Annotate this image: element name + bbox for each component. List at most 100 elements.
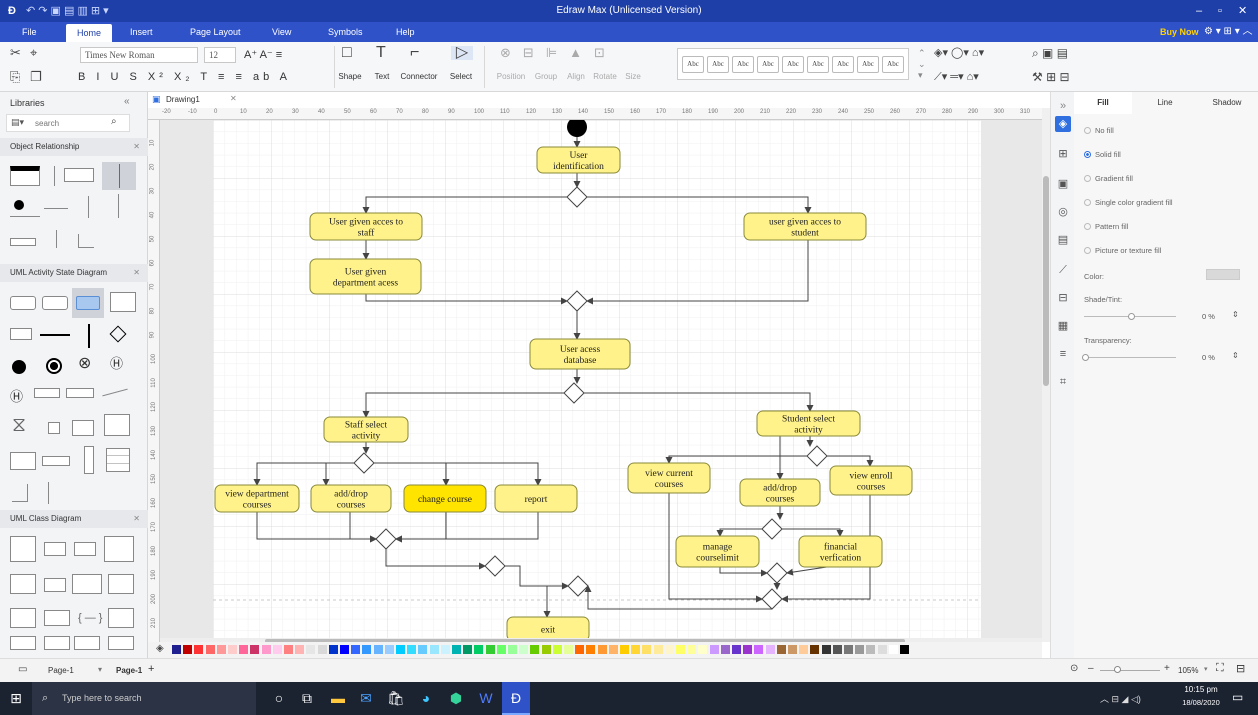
clock-time[interactable]: 10:15 pm [1180, 685, 1222, 694]
tab-shadow[interactable]: Shadow [1198, 92, 1256, 114]
table-shape[interactable] [106, 448, 130, 472]
section-object-relationship[interactable]: Object Relationship ✕ [0, 138, 148, 156]
selected-shape[interactable] [72, 288, 104, 318]
color-swatch[interactable] [754, 645, 764, 654]
lane-shape[interactable] [42, 456, 70, 466]
select-tool-icon[interactable]: ▷ [451, 45, 473, 61]
color-swatch[interactable] [855, 645, 865, 654]
class-shape[interactable] [44, 636, 70, 650]
slider-knob[interactable] [1082, 354, 1089, 361]
color-swatch[interactable] [732, 645, 741, 654]
line-style-icons[interactable]: ⟋▾ ═▾ ⌂▾ [934, 70, 979, 84]
elbow-shape[interactable] [78, 234, 94, 248]
radio-icon[interactable] [1084, 223, 1091, 230]
flow-final-icon[interactable]: ⊗ [78, 356, 91, 372]
tools-icon[interactable]: ⚒ ⊞ ⊟ [1032, 70, 1070, 84]
color-swatch[interactable] [541, 645, 551, 654]
time-event-icon[interactable]: ⧖ [12, 414, 26, 437]
text-format-icons[interactable]: B I U S X² X₂ T ≡ ≡ ab A [78, 71, 291, 83]
quick-style-8[interactable]: Abc [857, 56, 879, 73]
close-section-icon[interactable]: ✕ [133, 138, 140, 156]
color-swatch[interactable] [418, 645, 428, 654]
quick-access-icons[interactable]: ↶ ↷ ▣ ▤ ▥ ⊞ ▾ [26, 0, 109, 22]
fill-option-solid-fill[interactable]: Solid fill [1084, 150, 1121, 159]
section-uml-class[interactable]: UML Class Diagram ✕ [0, 510, 148, 528]
page-dropdown-icon[interactable]: ▾ [98, 665, 102, 674]
color-swatch[interactable] [653, 645, 663, 654]
color-swatch[interactable] [306, 645, 316, 654]
state-shape[interactable] [110, 292, 136, 312]
mail-icon[interactable]: ✉ [354, 682, 378, 715]
close-icon[interactable]: ✕ [1238, 0, 1247, 22]
menu-home[interactable]: Home [66, 24, 112, 42]
color-swatch[interactable] [407, 645, 417, 654]
color-swatch[interactable] [832, 645, 842, 654]
zoom-level[interactable]: 105% [1178, 666, 1198, 675]
class-shape[interactable] [10, 536, 36, 562]
page-selector[interactable]: Page-1 [48, 666, 74, 675]
color-swatch[interactable] [552, 645, 562, 654]
package-shape[interactable] [104, 536, 134, 562]
quick-style-4[interactable]: Abc [757, 56, 779, 73]
color-swatch[interactable] [620, 645, 629, 654]
color-swatch[interactable] [172, 645, 181, 654]
quick-style-6[interactable]: Abc [807, 56, 829, 73]
color-swatch[interactable] [676, 645, 685, 654]
color-swatch[interactable] [194, 645, 204, 654]
selected-shape[interactable] [102, 162, 136, 190]
color-swatch[interactable] [888, 645, 898, 654]
page-panel-icon[interactable]: ▤ [1055, 232, 1071, 248]
vertical-scrollbar[interactable] [1042, 108, 1050, 642]
fit-page-icon[interactable]: ⊟ [1236, 662, 1245, 675]
color-swatch[interactable] [597, 645, 607, 654]
system-tray-icons[interactable]: ︿ ⊟ ◢ ◁) [1100, 692, 1141, 705]
rotate-label[interactable]: Rotate [592, 72, 618, 81]
color-swatch[interactable] [239, 645, 249, 654]
color-swatch[interactable] [608, 645, 618, 654]
color-swatch[interactable] [877, 645, 887, 654]
format-painter-icon[interactable]: ⌖ [30, 46, 37, 60]
line-shape[interactable] [88, 196, 89, 218]
notification-icon[interactable]: ▭ [1232, 690, 1243, 704]
menu-page-layout[interactable]: Page Layout [180, 22, 251, 42]
color-swatch[interactable] [844, 645, 853, 654]
library-search-input[interactable] [35, 117, 105, 129]
section-uml-activity-state[interactable]: UML Activity State Diagram ✕ [0, 264, 148, 282]
template-shape[interactable] [44, 610, 70, 626]
shape-tool-label[interactable]: Shape [334, 72, 366, 81]
object-shape[interactable] [44, 542, 66, 556]
menu-file[interactable]: File [12, 22, 47, 42]
color-swatch[interactable] [765, 645, 775, 654]
receive-signal-shape[interactable] [66, 388, 94, 398]
class-shape[interactable] [74, 636, 100, 650]
zoom-in-icon[interactable]: + [1164, 663, 1170, 674]
task-view-icon[interactable]: ⧉ [296, 682, 318, 715]
quick-style-gallery[interactable]: Abc Abc Abc Abc Abc Abc Abc Abc Abc [677, 48, 909, 80]
library-search-field[interactable]: ▤▾ ⌕ [6, 114, 130, 132]
quick-style-3[interactable]: Abc [732, 56, 754, 73]
font-family-select[interactable]: Times New Roman [80, 47, 198, 63]
enumeration-shape[interactable] [44, 578, 66, 592]
menu-view[interactable]: View [262, 22, 301, 42]
copy-icon[interactable]: ❐ [30, 70, 42, 84]
vertical-lane-shape[interactable] [84, 446, 94, 474]
line-shape[interactable] [56, 230, 57, 248]
quick-style-1[interactable]: Abc [682, 56, 704, 73]
color-swatch[interactable] [776, 645, 786, 654]
close-section-icon[interactable]: ✕ [133, 510, 140, 528]
position-label[interactable]: Position [494, 72, 528, 81]
color-swatch[interactable] [519, 645, 529, 654]
arrange-icons[interactable]: ⊗⊟⊫▲⊡ [500, 46, 630, 60]
color-swatch[interactable] [485, 645, 495, 654]
paste-icon[interactable]: ⎘ [10, 70, 20, 84]
page-view-icon[interactable]: ▭ [18, 664, 27, 675]
fill-option-single-color-gradient-fill[interactable]: Single color gradient fill [1084, 198, 1173, 207]
class-shape[interactable] [108, 608, 134, 628]
word-icon[interactable]: W [474, 682, 498, 715]
size-label[interactable]: Size [622, 72, 644, 81]
radio-icon[interactable] [1084, 175, 1091, 182]
decision-shape[interactable] [109, 325, 127, 343]
datatype-shape[interactable] [72, 574, 102, 594]
slider-knob[interactable] [1128, 313, 1135, 320]
color-swatch[interactable] [284, 645, 293, 654]
